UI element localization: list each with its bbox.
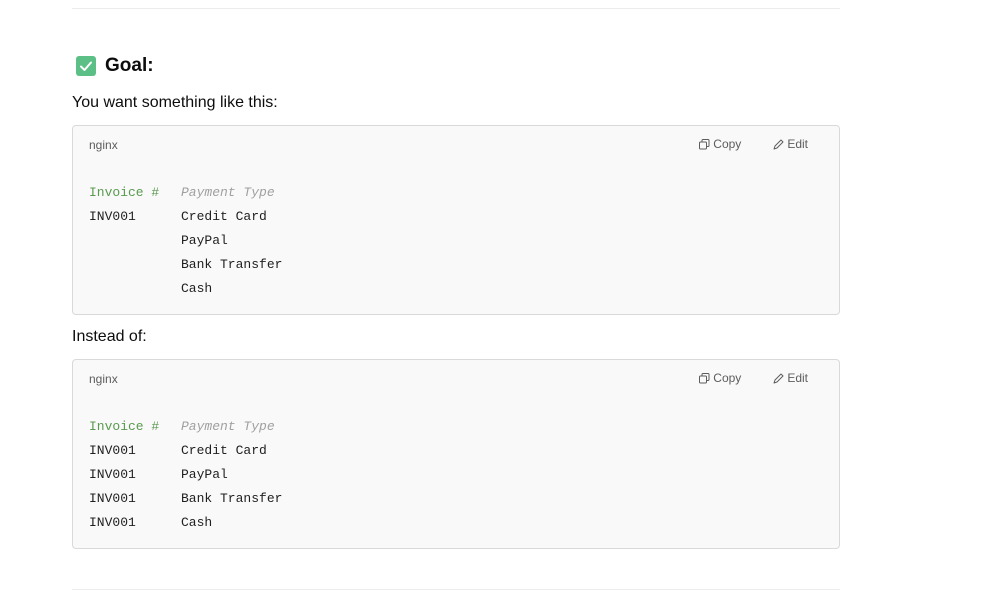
invoice-cell xyxy=(89,229,181,253)
edit-label: Edit xyxy=(787,371,808,385)
code-row: PayPal xyxy=(89,229,282,253)
code-row: INV001 Credit Card xyxy=(89,439,282,463)
copy-button[interactable]: Copy xyxy=(699,371,741,385)
payment-cell: Bank Transfer xyxy=(181,491,283,506)
invoice-header: Invoice # xyxy=(89,419,160,434)
edit-button[interactable]: Edit xyxy=(773,371,808,385)
invoice-cell: INV001 xyxy=(89,443,136,458)
intro-paragraph: You want something like this: xyxy=(72,94,278,111)
copy-button[interactable]: Copy xyxy=(699,137,741,151)
divider-top xyxy=(72,8,840,9)
payment-cell: PayPal xyxy=(181,233,228,248)
code-content: Invoice # Payment Type INV001 Credit Car… xyxy=(89,415,282,535)
payment-cell: Cash xyxy=(181,515,213,530)
payment-type-header: Payment Type xyxy=(181,419,275,434)
invoice-cell xyxy=(89,253,181,277)
code-actions: Copy Edit xyxy=(699,371,808,385)
copy-icon xyxy=(699,138,710,149)
code-header-line: Invoice # Payment Type xyxy=(89,181,282,205)
code-block: nginx Copy Edit Invoice # Payment Type I… xyxy=(72,359,840,549)
payment-cell: Bank Transfer xyxy=(181,257,283,272)
edit-button[interactable]: Edit xyxy=(773,137,808,151)
code-row: INV001 Cash xyxy=(89,511,282,535)
invoice-header: Invoice # xyxy=(89,185,160,200)
divider-bottom xyxy=(72,589,840,590)
code-row: Cash xyxy=(89,277,282,301)
code-language-label: nginx xyxy=(89,138,118,152)
copy-icon xyxy=(699,372,710,383)
instead-of-paragraph: Instead of: xyxy=(72,328,147,345)
payment-cell: Credit Card xyxy=(181,443,267,458)
code-header-line: Invoice # Payment Type xyxy=(89,415,282,439)
invoice-cell: INV001 xyxy=(89,467,136,482)
code-actions: Copy Edit xyxy=(699,137,808,151)
payment-cell: Cash xyxy=(181,281,213,296)
check-mark-button-icon xyxy=(76,56,96,76)
invoice-cell: INV001 xyxy=(89,209,136,224)
copy-label: Copy xyxy=(713,371,742,385)
edit-label: Edit xyxy=(787,137,808,151)
heading-text: Goal: xyxy=(105,55,154,76)
invoice-cell: INV001 xyxy=(89,515,136,530)
code-language-label: nginx xyxy=(89,372,118,386)
payment-type-header: Payment Type xyxy=(181,185,275,200)
invoice-cell xyxy=(89,277,181,301)
payment-cell: Credit Card xyxy=(181,209,267,224)
copy-label: Copy xyxy=(713,137,742,151)
payment-cell: PayPal xyxy=(181,467,228,482)
pencil-icon xyxy=(773,373,784,383)
invoice-cell: INV001 xyxy=(89,491,136,506)
code-row: INV001 Bank Transfer xyxy=(89,487,282,511)
code-row: INV001 Credit Card xyxy=(89,205,282,229)
code-content: Invoice # Payment Type INV001 Credit Car… xyxy=(89,181,282,301)
goal-heading: Goal: xyxy=(72,54,154,78)
code-row: Bank Transfer xyxy=(89,253,282,277)
code-row: INV001 PayPal xyxy=(89,463,282,487)
pencil-icon xyxy=(773,139,784,149)
code-block: nginx Copy Edit Invoice # Payment Type I… xyxy=(72,125,840,315)
